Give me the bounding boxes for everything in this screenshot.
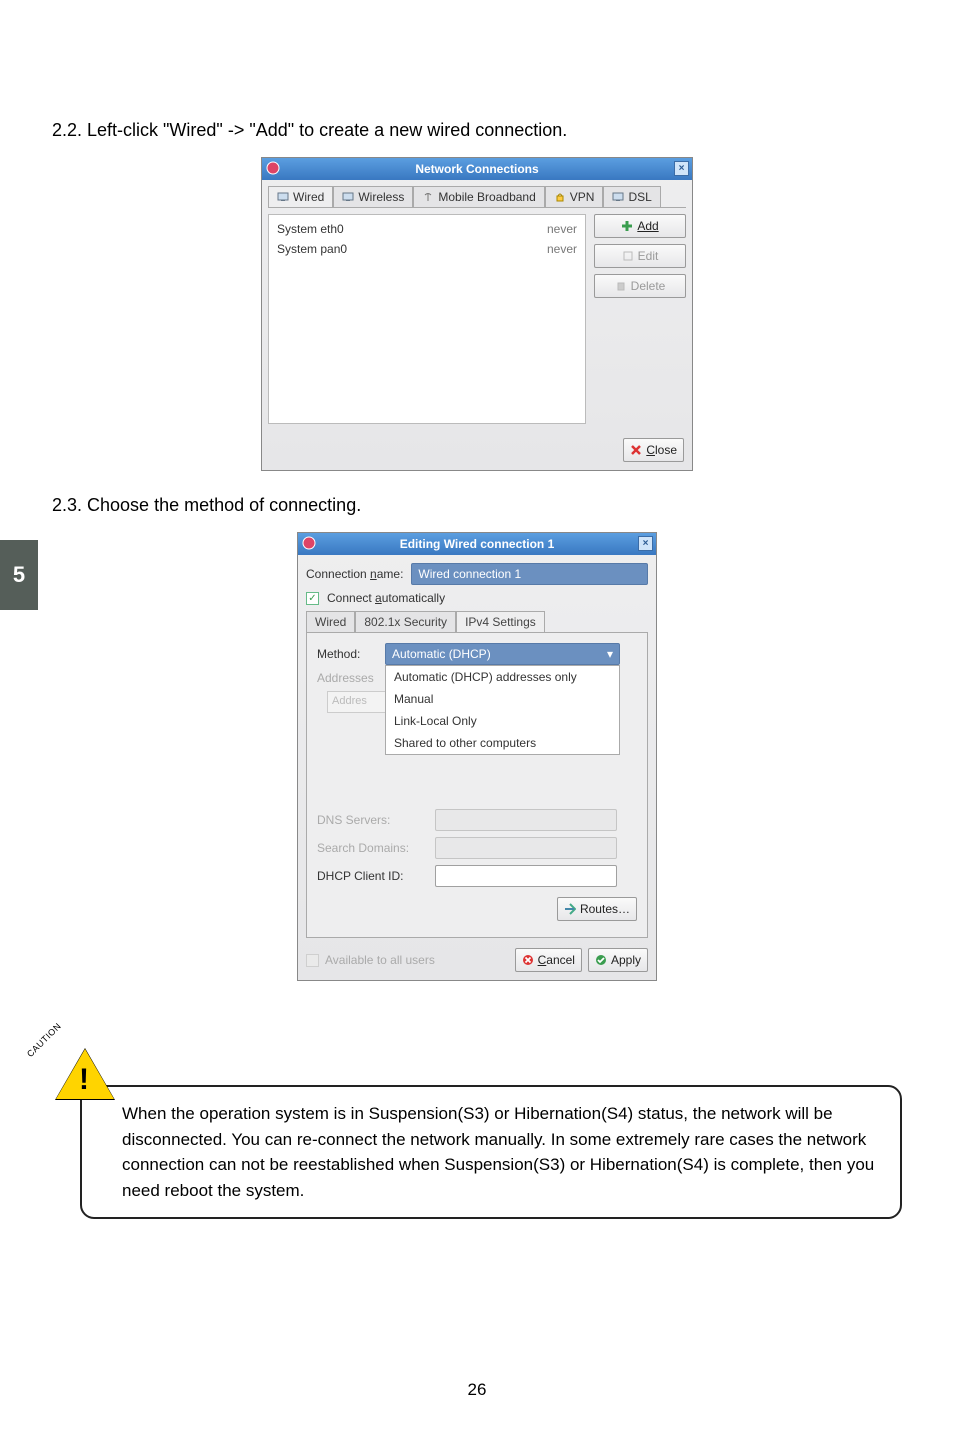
- close-icon[interactable]: ×: [674, 161, 689, 176]
- ethernet-icon: [277, 192, 289, 202]
- app-icon: [302, 536, 316, 550]
- tab-label: Wireless: [358, 190, 404, 204]
- method-dropdown-list: Automatic (DHCP) addresses only Manual L…: [385, 665, 620, 755]
- tab-mobile-broadband[interactable]: Mobile Broadband: [413, 186, 544, 207]
- step-2-2-text: 2.2. Left-click "Wired" -> "Add" to crea…: [52, 120, 902, 141]
- connection-name: System eth0: [277, 222, 344, 236]
- connection-last-used: never: [547, 242, 577, 256]
- routes-icon: [564, 903, 576, 915]
- add-button[interactable]: Add: [594, 214, 686, 238]
- dns-servers-label: DNS Servers:: [317, 813, 427, 827]
- apply-icon: [595, 954, 607, 966]
- dhcp-client-id-input[interactable]: [435, 865, 617, 887]
- apply-button[interactable]: Apply: [588, 948, 648, 972]
- dialog-titlebar: Network Connections ×: [262, 158, 692, 180]
- chapter-tab: 5: [0, 540, 38, 610]
- add-button-label: Add: [637, 219, 658, 233]
- app-icon: [266, 161, 280, 175]
- ipv4-panel: Method: Automatic (DHCP) ▾ Automatic (DH…: [306, 632, 648, 938]
- caution-text: When the operation system is in Suspensi…: [80, 1085, 902, 1219]
- step-2-3-text: 2.3. Choose the method of connecting.: [52, 495, 902, 516]
- ethernet-icon: [342, 192, 354, 202]
- edit-button-label: Edit: [638, 249, 659, 263]
- dns-servers-input: [435, 809, 617, 831]
- close-icon[interactable]: ×: [638, 536, 653, 551]
- cancel-icon: [522, 954, 534, 966]
- editing-connection-dialog: Editing Wired connection 1 × Connection …: [297, 532, 657, 981]
- method-selected-value: Automatic (DHCP): [392, 647, 491, 661]
- method-label: Method:: [317, 647, 377, 661]
- apply-label: Apply: [611, 953, 641, 967]
- tab-vpn[interactable]: VPN: [545, 186, 604, 207]
- search-domains-input: [435, 837, 617, 859]
- connect-automatically-checkbox[interactable]: [306, 592, 319, 605]
- settings-tabs: Wired 802.1x Security IPv4 Settings: [306, 611, 648, 632]
- available-all-users-label: Available to all users: [325, 953, 435, 967]
- search-domains-label: Search Domains:: [317, 841, 427, 855]
- method-option[interactable]: Link-Local Only: [386, 710, 619, 732]
- page-number: 26: [0, 1380, 954, 1400]
- edit-icon: [622, 250, 634, 262]
- connect-automatically-label: Connect automatically: [327, 591, 445, 605]
- connection-list[interactable]: System eth0 never System pan0 never: [268, 214, 586, 424]
- routes-button[interactable]: Routes…: [557, 897, 637, 921]
- dhcp-client-id-label: DHCP Client ID:: [317, 869, 427, 883]
- tab-label: DSL: [628, 190, 651, 204]
- caution-box: ! CAUTION When the operation system is i…: [80, 1085, 902, 1219]
- tab-wired[interactable]: Wired: [268, 186, 333, 207]
- close-button-label: lose: [655, 443, 677, 457]
- connection-type-tabs: Wired Wireless Mobile Broadband VPN DSL: [262, 180, 692, 207]
- plus-icon: [621, 220, 633, 232]
- method-option[interactable]: Manual: [386, 688, 619, 710]
- addresses-label: Addresses: [317, 671, 377, 685]
- ethernet-icon: [612, 192, 624, 202]
- dialog-title: Network Connections: [415, 162, 538, 176]
- tab-wired-settings[interactable]: Wired: [306, 611, 355, 632]
- antenna-icon: [422, 192, 434, 202]
- connection-name: System pan0: [277, 242, 347, 256]
- dialog-title: Editing Wired connection 1: [400, 537, 555, 551]
- tab-dsl[interactable]: DSL: [603, 186, 660, 207]
- tab-label: VPN: [570, 190, 595, 204]
- trash-icon: [615, 280, 627, 292]
- routes-label: Routes…: [580, 902, 630, 916]
- tab-label: Mobile Broadband: [438, 190, 535, 204]
- method-dropdown[interactable]: Automatic (DHCP) ▾: [385, 643, 620, 665]
- delete-button: Delete: [594, 274, 686, 298]
- edit-button: Edit: [594, 244, 686, 268]
- tab-wireless[interactable]: Wireless: [333, 186, 413, 207]
- connection-last-used: never: [547, 222, 577, 236]
- close-icon: [630, 444, 642, 456]
- connection-name-input[interactable]: Wired connection 1: [411, 563, 648, 585]
- warning-triangle-icon: ! CAUTION: [56, 1049, 114, 1101]
- tab-8021x-security[interactable]: 802.1x Security: [355, 611, 456, 632]
- close-button[interactable]: Close: [623, 438, 684, 462]
- network-connections-dialog: Network Connections × Wired Wireless Mob…: [261, 157, 693, 471]
- dialog-titlebar: Editing Wired connection 1 ×: [298, 533, 656, 555]
- list-item[interactable]: System eth0 never: [275, 219, 579, 239]
- chevron-down-icon: ▾: [607, 647, 613, 661]
- lock-icon: [554, 192, 566, 202]
- address-column: Addres: [328, 692, 386, 712]
- cancel-button[interactable]: Cancel: [515, 948, 582, 972]
- available-all-users-checkbox: [306, 954, 319, 967]
- method-option[interactable]: Automatic (DHCP) addresses only: [386, 666, 619, 688]
- list-item[interactable]: System pan0 never: [275, 239, 579, 259]
- connection-name-label: Connection name:: [306, 567, 403, 581]
- tab-ipv4-settings[interactable]: IPv4 Settings: [456, 611, 545, 632]
- method-option[interactable]: Shared to other computers: [386, 732, 619, 754]
- tab-label: Wired: [293, 190, 324, 204]
- delete-button-label: Delete: [631, 279, 666, 293]
